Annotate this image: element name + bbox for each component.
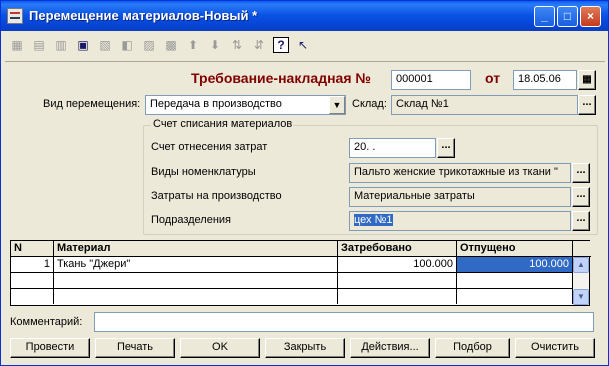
- released-cell[interactable]: 100.000: [457, 257, 573, 272]
- toolbar-divider: [5, 61, 605, 62]
- nomenclature-label: Виды номенклатуры: [151, 166, 256, 178]
- account-label: Счет отнесения затрат: [151, 141, 268, 153]
- minimize-button[interactable]: _: [534, 6, 555, 27]
- title-bar[interactable]: Перемещение материалов-Новый * _ □ ×: [1, 1, 608, 31]
- comment-field[interactable]: [94, 312, 594, 332]
- toolbar: ▦ ▤ ▥ ▣ ▧ ◧ ▨ ▩ ⬆ ⬇ ⇅ ⇵ ? ↖: [5, 34, 605, 58]
- division-select-button[interactable]: ...: [572, 211, 590, 231]
- table-row[interactable]: [11, 273, 573, 289]
- column-header-n[interactable]: N: [11, 241, 54, 256]
- save-icon[interactable]: ▣: [75, 37, 91, 53]
- sort-desc-icon[interactable]: ⇵: [251, 37, 267, 53]
- movement-type-select[interactable]: Передача в производство: [145, 95, 346, 115]
- tree-icon[interactable]: ▩: [163, 37, 179, 53]
- empty-cell: [457, 289, 573, 304]
- requested-cell[interactable]: 100.000: [338, 257, 457, 272]
- account-field[interactable]: 20. .: [349, 138, 436, 158]
- materials-table: N Материал Затребовано Отпущено 1 Ткань …: [10, 240, 591, 306]
- empty-cell: [457, 273, 573, 288]
- costs-select-button[interactable]: ...: [572, 187, 590, 207]
- chevron-down-icon[interactable]: ▼: [329, 96, 345, 114]
- table-scrollbar[interactable]: ▲ ▼: [573, 257, 589, 305]
- empty-cell: [54, 289, 338, 304]
- help-icon[interactable]: ?: [273, 37, 289, 53]
- date-label: от: [485, 70, 501, 86]
- document-number-field[interactable]: 000001: [391, 70, 471, 90]
- table-row[interactable]: 1 Ткань "Джери" 100.000 100.000: [11, 257, 573, 273]
- ok-button[interactable]: OK: [180, 338, 260, 358]
- division-field[interactable]: цех №1: [349, 211, 571, 231]
- empty-cell: [11, 289, 54, 304]
- empty-cell: [338, 273, 457, 288]
- division-value: цех №1: [354, 214, 393, 226]
- new-row-icon[interactable]: ▦: [9, 37, 25, 53]
- document-heading: Требование-накладная №: [191, 70, 371, 86]
- division-label: Подразделения: [151, 214, 231, 226]
- select-button[interactable]: Подбор: [435, 338, 510, 358]
- sort-asc-icon[interactable]: ⇅: [229, 37, 245, 53]
- down-arrow-icon[interactable]: ⬇: [207, 37, 223, 53]
- edit-row-icon[interactable]: ▥: [53, 37, 69, 53]
- warehouse-label: Склад:: [352, 98, 387, 110]
- column-header-material[interactable]: Материал: [54, 241, 338, 256]
- costs-field[interactable]: Материальные затраты: [349, 187, 571, 207]
- empty-cell: [11, 273, 54, 288]
- comment-label: Комментарий:: [10, 316, 83, 328]
- warehouse-field[interactable]: Склад №1: [391, 95, 578, 115]
- empty-cell: [54, 273, 338, 288]
- pointer-help-icon[interactable]: ↖: [295, 37, 311, 53]
- scroll-up-icon[interactable]: ▲: [573, 257, 589, 273]
- close-window-button[interactable]: ×: [580, 6, 601, 27]
- table-row[interactable]: [11, 289, 573, 305]
- document-window: Перемещение материалов-Новый * _ □ × ▦ ▤…: [0, 0, 609, 366]
- scroll-down-icon[interactable]: ▼: [573, 289, 589, 305]
- close-button[interactable]: Закрыть: [265, 338, 345, 358]
- column-header-released[interactable]: Отпущено: [457, 241, 573, 256]
- nomenclature-select-button[interactable]: ...: [572, 163, 590, 183]
- calendar-icon[interactable]: ▦: [578, 70, 596, 90]
- clear-button[interactable]: Очистить: [515, 338, 595, 358]
- print-button[interactable]: Печать: [95, 338, 175, 358]
- window-title: Перемещение материалов-Новый *: [29, 8, 258, 23]
- document-date-field[interactable]: 18.05.06: [513, 70, 577, 90]
- table-header: N Материал Затребовано Отпущено: [11, 241, 591, 257]
- warehouse-select-button[interactable]: ...: [578, 95, 596, 115]
- column-header-requested[interactable]: Затребовано: [338, 241, 457, 256]
- up-arrow-icon[interactable]: ⬆: [185, 37, 201, 53]
- empty-cell: [338, 289, 457, 304]
- copy-row-icon[interactable]: ▤: [31, 37, 47, 53]
- delete-row-icon[interactable]: ▧: [97, 37, 113, 53]
- find-icon[interactable]: ◧: [119, 37, 135, 53]
- row-number-cell[interactable]: 1: [11, 257, 54, 272]
- writeoff-group-title: Счет списания материалов: [151, 118, 295, 130]
- post-button[interactable]: Провести: [10, 338, 90, 358]
- account-select-button[interactable]: ...: [437, 138, 455, 158]
- actions-button[interactable]: Действия...: [350, 338, 430, 358]
- document-icon: [7, 8, 23, 24]
- nomenclature-field[interactable]: Пальто женские трикотажные из ткани ": [349, 163, 571, 183]
- material-cell[interactable]: Ткань "Джери": [54, 257, 338, 272]
- movement-type-label: Вид перемещения:: [43, 98, 141, 110]
- costs-label: Затраты на производство: [151, 190, 282, 202]
- maximize-button[interactable]: □: [557, 6, 578, 27]
- mark-icon[interactable]: ▨: [141, 37, 157, 53]
